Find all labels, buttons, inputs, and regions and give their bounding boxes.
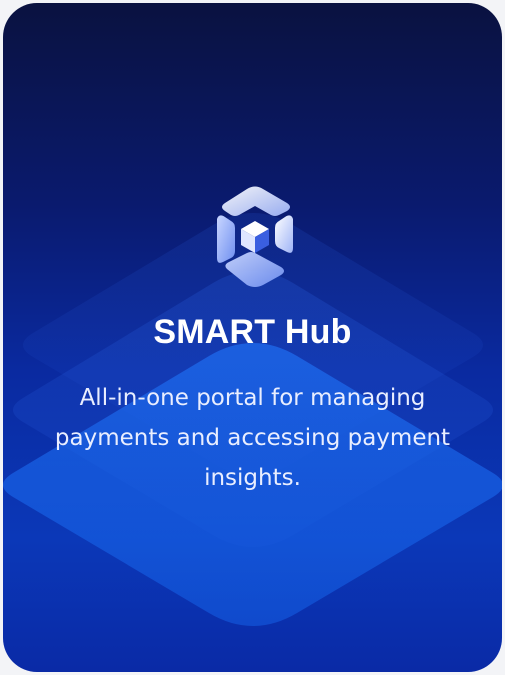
promo-card: SMART Hub All-in-one portal for managing… (3, 3, 502, 672)
hexagon-cube-logo-icon (217, 186, 293, 287)
app-title: SMART Hub (153, 313, 352, 351)
app-tagline: All-in-one portal for managing payments … (54, 385, 451, 491)
page: SMART Hub All-in-one portal for managing… (0, 0, 505, 675)
